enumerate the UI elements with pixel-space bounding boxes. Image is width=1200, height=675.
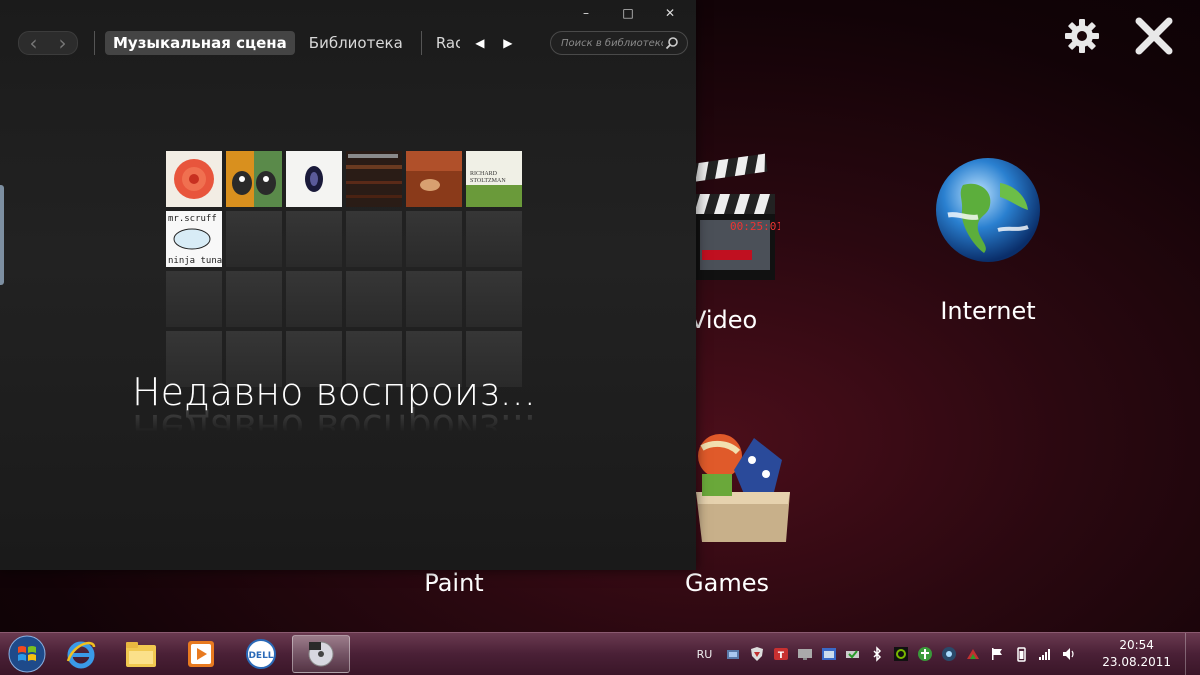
- album-cover-red-flower[interactable]: [166, 151, 222, 207]
- pivot-music-scene[interactable]: Музыкальная сцена: [105, 31, 295, 55]
- monitor-icon[interactable]: [796, 645, 814, 663]
- album-slot-empty: [346, 271, 402, 327]
- side-panel-handle[interactable]: [0, 185, 4, 285]
- tile-internet[interactable]: Internet: [918, 155, 1058, 325]
- album-slot-empty: [226, 271, 282, 327]
- clock-date: 23.08.2011: [1102, 655, 1171, 669]
- nav-divider: [94, 31, 95, 55]
- stoltzman-text-line-2: STOLTZMAN: [470, 178, 506, 184]
- tile-video[interactable]: 00:25:01 Video: [690, 150, 780, 334]
- player-navbar: ‹ › Музыкальная сцена Библиотека Rac ◀ ▶: [18, 28, 688, 58]
- pivot-library[interactable]: Библиотека: [301, 31, 411, 55]
- dell-icon[interactable]: DELL: [232, 635, 290, 673]
- maximize-button[interactable]: □: [608, 3, 648, 23]
- svg-text:DELL: DELL: [248, 651, 273, 661]
- album-slot-empty: [226, 211, 282, 267]
- back-button[interactable]: ‹: [30, 31, 38, 55]
- media-player-icon[interactable]: [172, 635, 230, 673]
- tile-label-internet: Internet: [940, 297, 1036, 325]
- album-slot-empty: [466, 271, 522, 327]
- tile-games[interactable]: Games: [685, 430, 794, 597]
- tray-icons: T: [724, 645, 1078, 663]
- network-icon[interactable]: [724, 645, 742, 663]
- t-app-icon[interactable]: T: [772, 645, 790, 663]
- signal-icon[interactable]: [1036, 645, 1054, 663]
- system-tray: RU T 20:54 23.08.2011: [697, 633, 1200, 675]
- pivot-prev-arrow[interactable]: ◀: [466, 36, 494, 50]
- system-clock[interactable]: 20:54 23.08.2011: [1102, 637, 1171, 671]
- album-slot-empty: [406, 211, 462, 267]
- album-cover-white-oval[interactable]: [286, 151, 342, 207]
- back-forward-control: ‹ ›: [18, 31, 78, 55]
- album-cover-sepia-figure[interactable]: [406, 151, 462, 207]
- windows-start-icon[interactable]: [4, 634, 50, 674]
- tile-label-games: Games: [685, 569, 769, 597]
- pivot-radio[interactable]: Rac: [428, 31, 460, 55]
- library-search: [550, 31, 688, 55]
- window-titlebar: – □ ✕: [0, 0, 696, 26]
- scruff-text-top: mr.scruff: [168, 214, 217, 224]
- album-slot-empty: [286, 271, 342, 327]
- internet-explorer-icon[interactable]: [52, 635, 110, 673]
- shield-icon[interactable]: [748, 645, 766, 663]
- window-icon[interactable]: [820, 645, 838, 663]
- scruff-text-bottom: ninja tuna: [168, 256, 222, 266]
- tile-label-paint: Paint: [424, 569, 484, 597]
- close-x-icon[interactable]: [1132, 14, 1176, 58]
- album-grid: RICHARD STOLTZMAN mr.scruff ninja tuna: [166, 151, 522, 387]
- green-circle-icon[interactable]: [916, 645, 934, 663]
- close-window-button[interactable]: ✕: [650, 3, 690, 23]
- battery-icon[interactable]: [1012, 645, 1030, 663]
- search-icon[interactable]: [665, 36, 679, 50]
- flag-icon[interactable]: [988, 645, 1006, 663]
- volume-icon[interactable]: [1060, 645, 1078, 663]
- album-slot-empty: [406, 271, 462, 327]
- pivot-next-arrow[interactable]: ▶: [494, 36, 522, 50]
- album-cover-mr-scruff[interactable]: mr.scruff ninja tuna: [166, 211, 222, 267]
- media-center-icon[interactable]: [292, 635, 350, 673]
- eye-icon[interactable]: [940, 645, 958, 663]
- album-slot-empty: [286, 211, 342, 267]
- recently-played-title-reflection: Недавно воспроиз...: [132, 406, 536, 450]
- games-box-icon: [696, 434, 790, 542]
- arrow-up-icon[interactable]: [964, 645, 982, 663]
- forward-button[interactable]: ›: [59, 31, 67, 55]
- album-cover-birds-orange[interactable]: [226, 151, 282, 207]
- globe-icon: [936, 158, 1040, 262]
- clock-time: 20:54: [1119, 638, 1154, 652]
- album-slot-empty: [166, 271, 222, 327]
- stoltzman-text-line-1: RICHARD: [470, 171, 498, 177]
- tile-label-video: Video: [690, 306, 758, 334]
- nvidia-icon[interactable]: [892, 645, 910, 663]
- album-cover-dark-room[interactable]: [346, 151, 402, 207]
- search-input[interactable]: [559, 36, 665, 50]
- file-explorer-icon[interactable]: [112, 635, 170, 673]
- language-indicator[interactable]: RU: [697, 648, 713, 661]
- svg-text:00:25:01: 00:25:01: [730, 220, 780, 233]
- album-slot-empty: [346, 211, 402, 267]
- show-desktop-button[interactable]: [1185, 633, 1200, 675]
- album-cover-richard-stoltzman[interactable]: RICHARD STOLTZMAN: [466, 151, 522, 207]
- launcher-top-controls: [1060, 14, 1176, 58]
- gear-icon[interactable]: [1060, 14, 1104, 58]
- bluetooth-icon[interactable]: [868, 645, 886, 663]
- taskbar: DELL RU T 20:54 23.08.2011: [0, 632, 1200, 675]
- minimize-button[interactable]: –: [566, 3, 606, 23]
- clapperboard-icon: 00:25:01: [693, 153, 780, 280]
- svg-text:T: T: [778, 651, 785, 661]
- battery-check-icon[interactable]: [844, 645, 862, 663]
- nav-divider-2: [420, 31, 422, 55]
- media-player-window: – □ ✕ ‹ › Музыкальная сцена Библиотека R…: [0, 0, 696, 570]
- album-slot-empty: [466, 211, 522, 267]
